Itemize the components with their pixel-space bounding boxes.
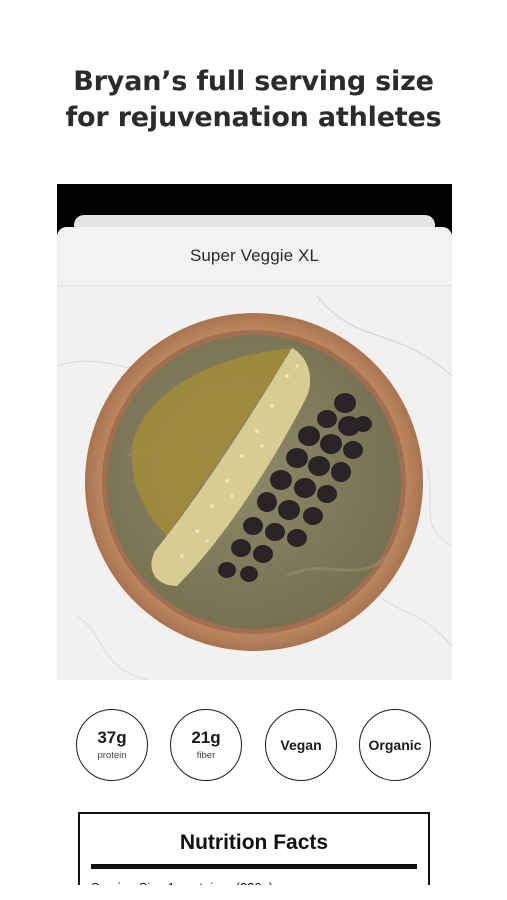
fiber-value: 21g bbox=[191, 728, 221, 747]
organic-label: Organic bbox=[368, 737, 422, 753]
product-title: Super Veggie XL bbox=[189, 246, 320, 265]
headline-line-1: Bryan’s full serving size bbox=[73, 66, 434, 97]
fiber-badge: 21g fiber bbox=[170, 709, 242, 781]
nutrition-facts-title: Nutrition Facts bbox=[179, 831, 329, 854]
headline-line-2: for rejuvenation athletes bbox=[65, 102, 442, 133]
protein-badge: 37g protein bbox=[76, 709, 148, 781]
phone-screenshot: Super Veggie XL bbox=[57, 184, 452, 680]
nutrition-divider bbox=[91, 864, 417, 869]
page-headline: Bryan’s full serving size for rejuvenati… bbox=[0, 64, 507, 136]
vegan-label: Vegan bbox=[280, 737, 322, 753]
product-photo bbox=[57, 286, 452, 680]
fiber-label: fiber bbox=[196, 750, 216, 761]
vegan-badge: Vegan bbox=[265, 709, 337, 781]
sheet-header: Super Veggie XL bbox=[57, 227, 452, 286]
organic-badge: Organic bbox=[359, 709, 431, 781]
nutrition-badges: 37g protein 21g fiber Vegan Organic bbox=[0, 709, 507, 783]
content-cutoff bbox=[0, 885, 507, 900]
protein-value: 37g bbox=[97, 728, 127, 747]
protein-label: protein bbox=[97, 750, 127, 761]
smoothie-bowl-image bbox=[57, 286, 452, 680]
